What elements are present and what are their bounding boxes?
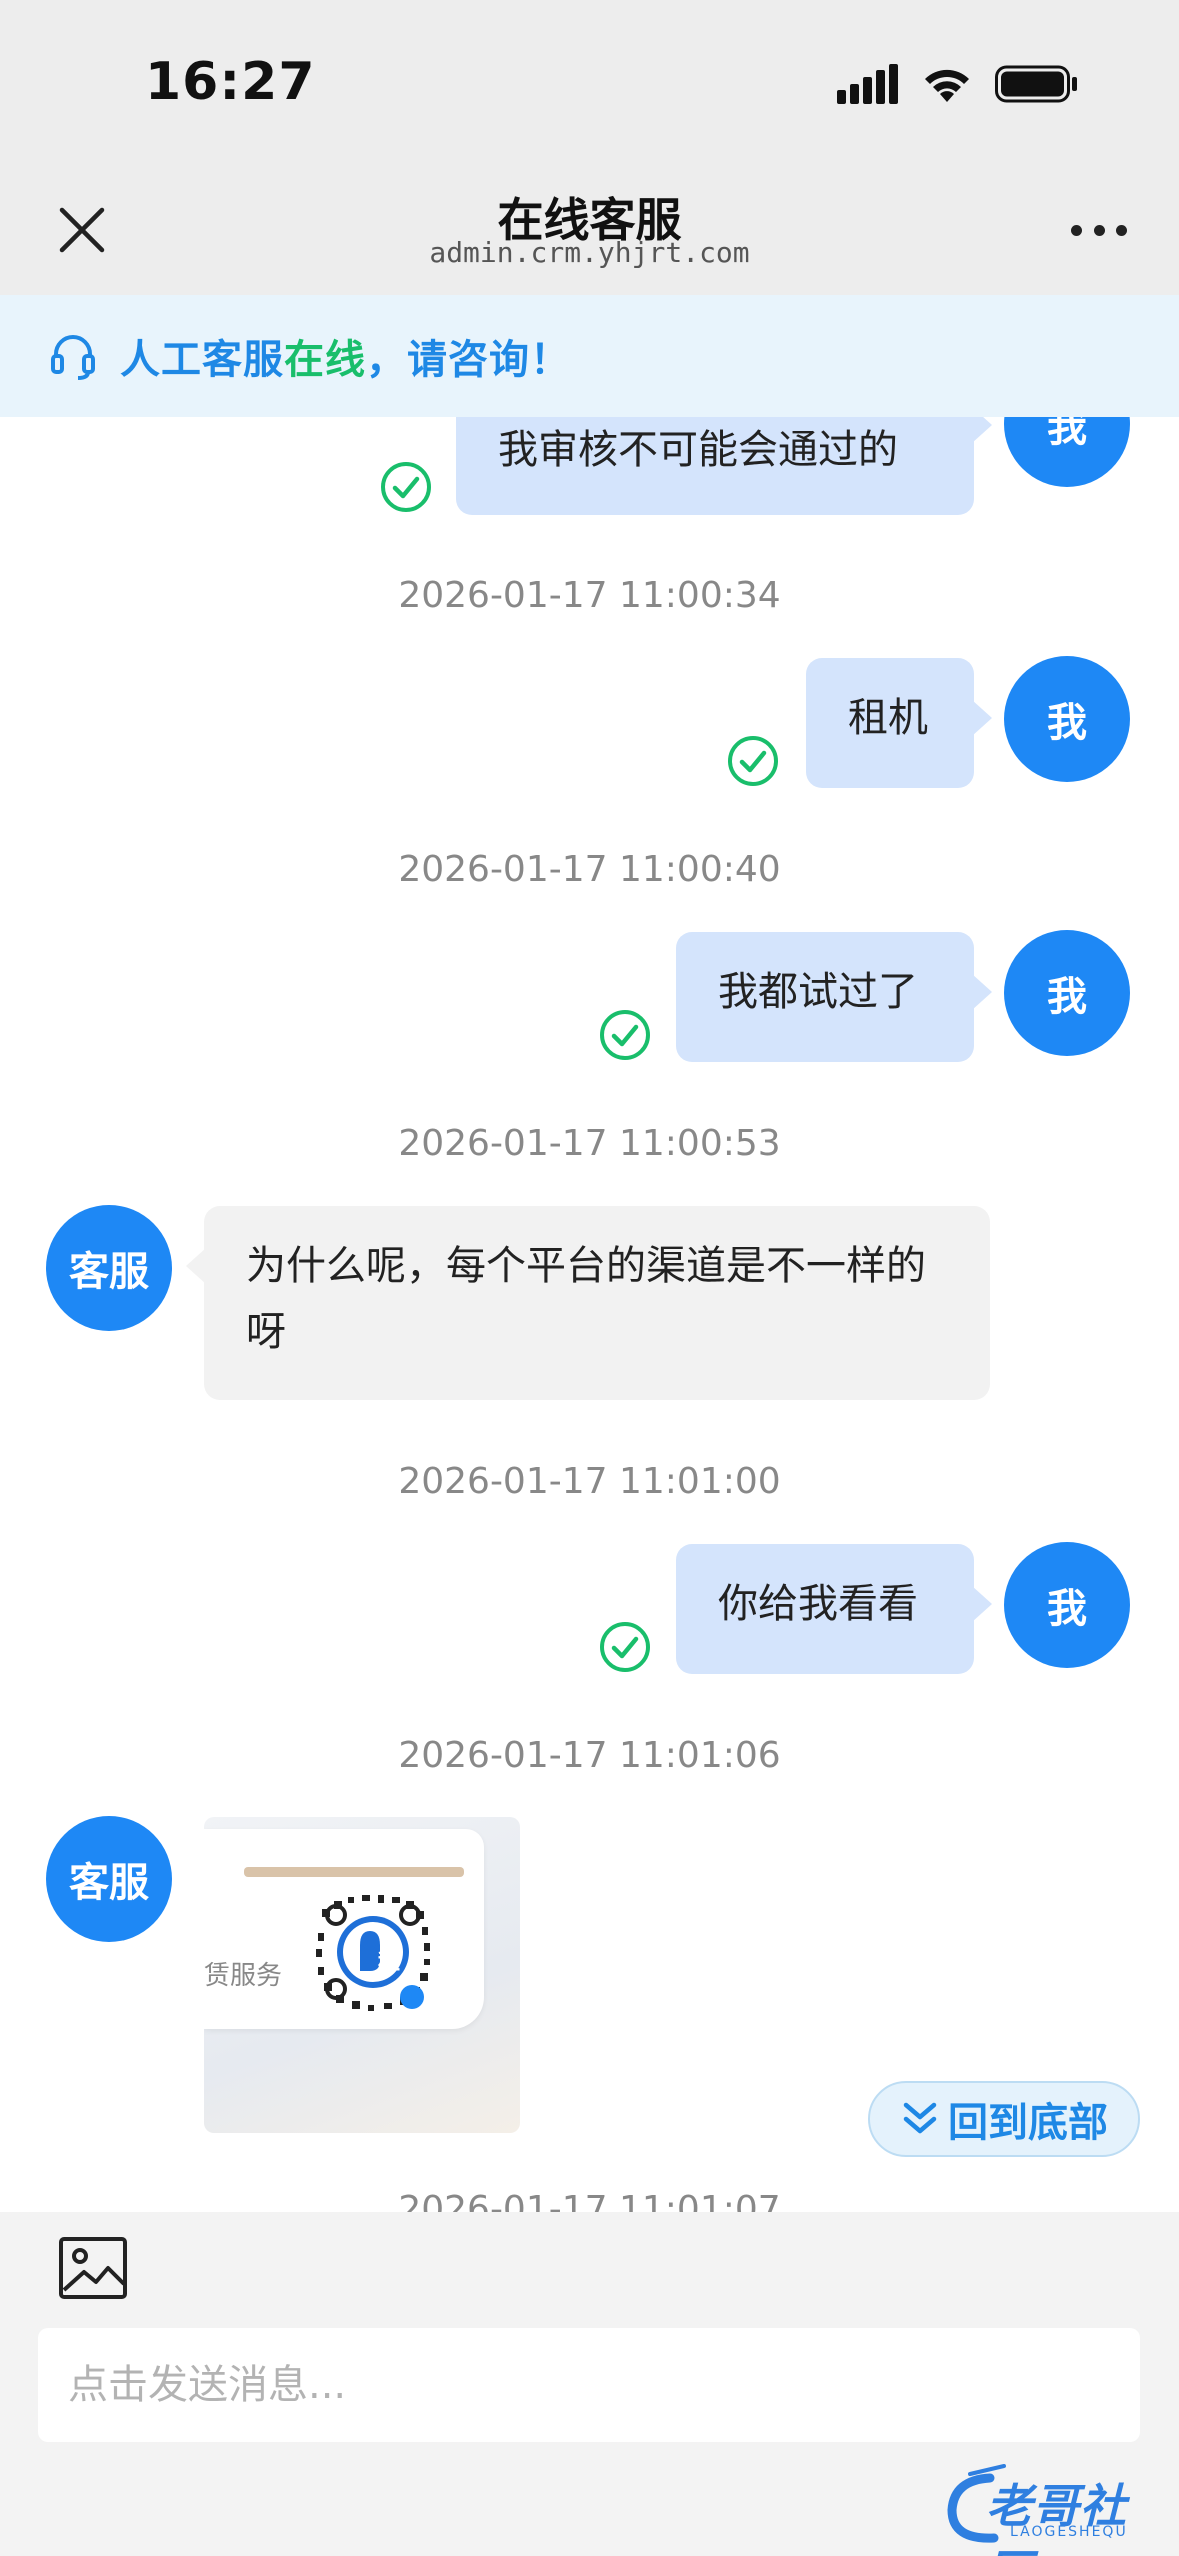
- message-text: 租机: [848, 695, 928, 741]
- check-circle-icon: [381, 462, 431, 512]
- avatar-label: 客服: [69, 1249, 149, 1295]
- message-text: 为什么呢，每个平台的渠道是不一样的呀: [246, 1243, 926, 1355]
- watermark-logo: 老哥社区 LAOGESHEQU: [940, 2458, 1170, 2556]
- nav-bar: 在线客服 admin.crm.yhjrt.com: [0, 170, 1179, 295]
- my-avatar: 我: [1004, 930, 1130, 1056]
- double-chevron-down-icon: [903, 2102, 937, 2134]
- my-avatar: 我: [1004, 417, 1130, 487]
- my-message-bubble: 我审核不可能会通过的: [456, 417, 992, 515]
- more-icon[interactable]: [1071, 210, 1127, 250]
- message-text: 我审核不可能会通过的: [498, 427, 898, 473]
- banner-text: 人工客服在线，请咨询！: [120, 327, 571, 385]
- status-time: 16:27: [145, 52, 316, 112]
- qr-badge-text: 租: [378, 1950, 400, 1975]
- check-circle-icon: [600, 1622, 650, 1672]
- message-input[interactable]: [38, 2328, 1140, 2442]
- message-timestamp: 2026-01-17 11:01:00: [398, 1461, 781, 1502]
- image-card-header: [244, 1867, 464, 1877]
- image-icon[interactable]: [58, 2236, 128, 2300]
- my-avatar: 我: [1004, 1542, 1130, 1668]
- page-url: admin.crm.yhjrt.com: [429, 236, 750, 269]
- image-message[interactable]: 赁服务 租: [204, 1817, 520, 2133]
- agent-avatar: 客服: [46, 1816, 172, 1942]
- avatar-label: 我: [1047, 974, 1087, 1020]
- check-circle-icon: [600, 1010, 650, 1060]
- image-caption: 赁服务: [204, 1961, 283, 1991]
- check-circle-icon: [728, 736, 778, 786]
- status-icons: [837, 64, 1079, 104]
- avatar-label: 客服: [69, 1860, 149, 1906]
- banner-text-prefix: 人工客服: [120, 337, 284, 383]
- back-to-bottom-label: 回到底部: [948, 2100, 1108, 2146]
- wifi-icon: [925, 69, 969, 102]
- my-message-bubble: 你给我看看: [676, 1544, 992, 1674]
- service-banner: 人工客服在线，请咨询！: [0, 295, 1179, 417]
- signal-icon: [837, 64, 898, 104]
- my-avatar: 我: [1004, 656, 1130, 782]
- agent-message-bubble: 为什么呢，每个平台的渠道是不一样的呀: [186, 1206, 990, 1400]
- battery-icon: [995, 65, 1077, 103]
- headset-icon: [51, 335, 95, 380]
- back-to-bottom-button[interactable]: 回到底部: [868, 2081, 1140, 2157]
- message-text: 我都试过了: [718, 969, 918, 1015]
- message-timestamp: 2026-01-17 11:00:34: [398, 575, 781, 616]
- chat-message-list[interactable]: 我审核不可能会通过的 我 2026-01-17 11:00:34 租机 我 20…: [0, 417, 1179, 2212]
- banner-text-suffix: ，请咨询！: [366, 337, 571, 383]
- avatar-label: 我: [1047, 1586, 1087, 1632]
- watermark-subtext: LAOGESHEQU: [1010, 2524, 1128, 2540]
- avatar-label: 我: [1047, 417, 1087, 451]
- message-timestamp: 2026-01-17 11:00:53: [398, 1123, 781, 1164]
- message-timestamp: 2026-01-17 11:01:07: [398, 2189, 781, 2212]
- image-card: 赁服务 租: [204, 1829, 484, 2029]
- qr-code-icon: 租: [313, 1892, 433, 2012]
- banner-online-status: 在线: [284, 337, 366, 383]
- status-bar: 16:27: [0, 0, 1179, 170]
- avatar-label: 我: [1047, 700, 1087, 746]
- my-message-bubble: 我都试过了: [676, 932, 992, 1062]
- my-message-bubble: 租机: [806, 658, 992, 788]
- watermark-text: 老哥社区: [986, 2479, 1127, 2556]
- message-timestamp: 2026-01-17 11:01:06: [398, 1735, 781, 1776]
- message-text: 你给我看看: [718, 1581, 918, 1627]
- agent-avatar: 客服: [46, 1205, 172, 1331]
- message-timestamp: 2026-01-17 11:00:40: [398, 849, 781, 890]
